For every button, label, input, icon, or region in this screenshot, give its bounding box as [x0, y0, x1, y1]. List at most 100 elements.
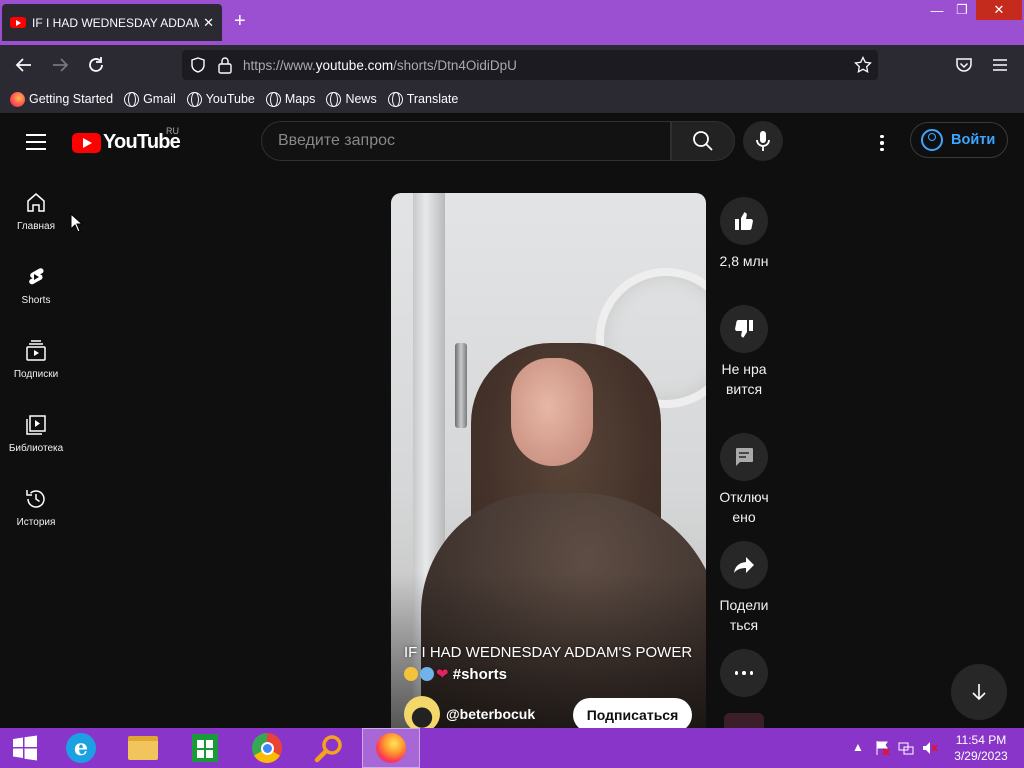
shorts-video-player[interactable]: IF I HAD WEDNESDAY ADDAM'S POWER ❤ #shor… — [391, 193, 706, 728]
file-explorer-icon[interactable] — [114, 728, 172, 768]
reload-icon[interactable] — [84, 53, 108, 77]
next-video-button[interactable] — [951, 664, 1007, 720]
share-button[interactable] — [720, 541, 768, 589]
like-action[interactable]: 2,8 млн — [720, 197, 768, 271]
hashtag-link[interactable]: #shorts — [453, 666, 507, 683]
comment-icon — [736, 448, 753, 466]
browser-tab-active[interactable]: IF I HAD WEDNESDAY ADDAMS ✕ — [2, 4, 222, 41]
search-button[interactable] — [671, 121, 735, 161]
sidebar-item-shorts[interactable]: Shorts — [0, 265, 72, 306]
like-button[interactable] — [720, 197, 768, 245]
microphone-icon — [756, 131, 770, 151]
address-bar[interactable]: https://www.youtube.com/shorts/Dtn4OidiD… — [182, 50, 878, 80]
search-box[interactable] — [261, 121, 671, 161]
youtube-favicon-icon — [10, 17, 26, 28]
clock-date: 3/29/2023 — [954, 749, 1008, 763]
back-arrow-icon[interactable] — [12, 53, 36, 77]
chrome-icon[interactable] — [238, 728, 296, 768]
like-count: 2,8 млн — [719, 253, 769, 269]
menu-hamburger-icon[interactable] — [988, 53, 1012, 77]
heart-emoji-icon: ❤ — [436, 666, 449, 683]
search-icon — [693, 131, 713, 151]
volume-muted-icon[interactable] — [922, 740, 938, 756]
bookmark-youtube[interactable]: YouTube — [186, 91, 255, 107]
channel-name[interactable]: @beterbocuk — [446, 706, 535, 722]
action-center-flag-icon[interactable] — [874, 740, 890, 756]
forward-arrow-icon[interactable] — [48, 53, 72, 77]
sidebar-item-history[interactable]: История — [0, 487, 72, 528]
globe-icon — [387, 91, 403, 107]
share-label: Поделиться — [719, 597, 769, 633]
start-button[interactable] — [0, 728, 50, 768]
pocket-icon[interactable] — [952, 53, 976, 77]
video-title[interactable]: IF I HAD WEDNESDAY ADDAM'S POWER ❤ #shor… — [404, 642, 699, 686]
bookmarks-toolbar: Getting Started Gmail YouTube Maps News … — [0, 85, 1024, 113]
bookmark-maps[interactable]: Maps — [265, 91, 315, 107]
more-actions[interactable] — [720, 649, 768, 697]
dislike-action[interactable]: Не нравится — [720, 305, 768, 399]
thumbs-down-icon — [735, 320, 753, 338]
dislike-label: Не нравится — [721, 361, 767, 397]
sign-in-button[interactable]: Войти — [910, 122, 1008, 158]
sound-thumbnail[interactable] — [724, 713, 764, 728]
subscriptions-icon — [26, 340, 46, 361]
network-icon[interactable] — [898, 740, 914, 756]
browser-titlebar: IF I HAD WEDNESDAY ADDAMS ✕ + — ❐ ✕ — [0, 0, 1024, 45]
close-window-icon[interactable]: ✕ — [976, 0, 1022, 20]
tracking-shield-icon[interactable] — [190, 57, 206, 73]
share-action[interactable]: Поделиться — [719, 541, 769, 635]
home-icon — [27, 193, 45, 212]
bookmark-gmail[interactable]: Gmail — [124, 91, 176, 107]
comments-action[interactable]: Отключено — [719, 433, 769, 527]
firefox-icon — [10, 91, 25, 107]
sidebar-item-home[interactable]: Главная — [0, 191, 72, 232]
bookmark-news[interactable]: News — [326, 91, 377, 107]
youtube-play-logo-icon — [72, 132, 101, 153]
search-magnifier-icon[interactable] — [300, 728, 358, 768]
restore-icon[interactable]: ❐ — [948, 0, 976, 20]
globe-icon — [186, 91, 202, 107]
firefox-taskbar-icon[interactable] — [362, 728, 420, 768]
youtube-logo[interactable]: YouTube — [72, 131, 181, 154]
bookmark-getting-started[interactable]: Getting Started — [10, 91, 113, 107]
region-code: RU — [166, 126, 179, 136]
bubble-emoji-icon — [420, 667, 434, 681]
comments-label: Отключено — [719, 489, 769, 525]
url-text[interactable]: https://www.youtube.com/shorts/Dtn4OidiD… — [243, 58, 517, 73]
clock-time: 11:54 PM — [955, 733, 1007, 747]
bookmark-star-icon[interactable] — [854, 56, 872, 74]
windows-logo-icon — [13, 735, 37, 761]
internet-explorer-icon[interactable]: e — [52, 728, 110, 768]
mouse-cursor-icon — [70, 213, 83, 233]
sidebar-item-library[interactable]: Библиотека — [0, 413, 72, 454]
comments-button[interactable] — [720, 433, 768, 481]
arrow-down-icon — [972, 684, 986, 701]
show-hidden-icons-icon[interactable]: ▲ — [852, 740, 864, 756]
store-icon[interactable] — [176, 728, 234, 768]
minimize-icon[interactable]: — — [923, 0, 951, 20]
system-clock[interactable]: 11:54 PM 3/29/2023 — [948, 732, 1014, 764]
guide-menu-icon[interactable] — [26, 134, 46, 155]
channel-info[interactable]: @beterbocuk — [404, 696, 535, 728]
sidebar-item-subscriptions[interactable]: Подписки — [0, 339, 72, 380]
tab-close-icon[interactable]: ✕ — [203, 15, 214, 31]
lock-icon[interactable] — [217, 56, 233, 74]
settings-more-icon[interactable] — [870, 131, 894, 155]
library-icon — [26, 415, 46, 435]
subscribe-button[interactable]: Подписаться — [573, 698, 692, 728]
windows-taskbar: e ▲ 11:54 PM 3/29/2023 — [0, 728, 1024, 768]
astonished-emoji-icon — [404, 667, 418, 681]
browser-navbar: https://www.youtube.com/shorts/Dtn4OidiD… — [0, 45, 1024, 85]
globe-icon — [265, 91, 281, 107]
channel-avatar[interactable] — [404, 696, 440, 728]
voice-search-button[interactable] — [743, 121, 783, 161]
dislike-button[interactable] — [720, 305, 768, 353]
tab-title: IF I HAD WEDNESDAY ADDAMS — [32, 15, 200, 30]
more-actions-button[interactable] — [720, 649, 768, 697]
new-tab-button[interactable]: + — [234, 10, 246, 33]
search-input[interactable] — [278, 132, 648, 150]
bookmark-translate[interactable]: Translate — [387, 91, 458, 107]
account-icon — [921, 129, 943, 151]
share-arrow-icon — [734, 557, 754, 573]
thumbs-up-icon — [735, 212, 753, 230]
